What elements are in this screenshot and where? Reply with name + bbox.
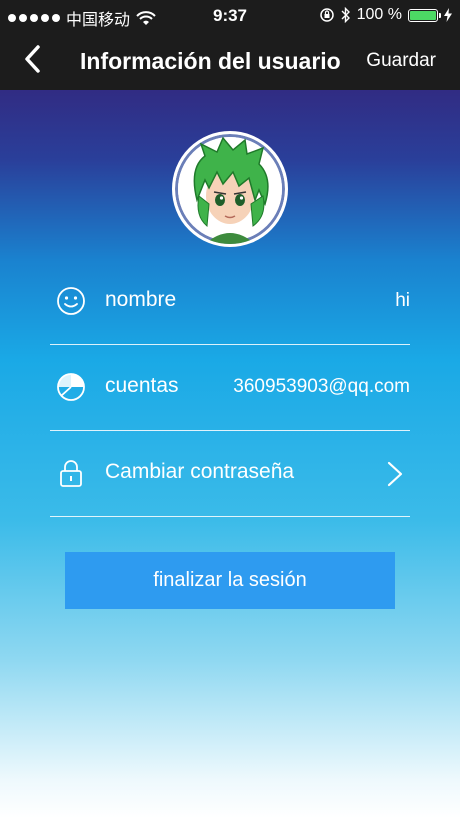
pie-chart-icon: [57, 373, 85, 401]
rotation-lock-icon: [319, 8, 334, 22]
battery-icon: [408, 8, 441, 22]
status-bar: 中国移动 9:37 100 %: [0, 0, 460, 32]
chevron-right-icon: [387, 461, 403, 487]
account-label: cuentas: [105, 374, 179, 397]
charging-icon: [444, 8, 452, 22]
smiley-icon: [57, 287, 85, 315]
logout-button[interactable]: finalizar la sesión: [65, 552, 395, 609]
avatar[interactable]: [172, 131, 288, 247]
nav-bar: Información del usuario Guardar: [0, 32, 460, 90]
lock-icon: [60, 460, 82, 487]
page-title: Información del usuario: [80, 48, 341, 74]
status-right: 100 %: [319, 6, 452, 24]
name-value: hi: [395, 290, 410, 311]
name-label: nombre: [105, 288, 177, 311]
change-password-label: Cambiar contraseña: [105, 460, 295, 483]
back-button[interactable]: [22, 44, 62, 78]
account-row: cuentas 360953903@qq.com: [50, 344, 410, 431]
name-row[interactable]: nombre hi: [50, 258, 410, 345]
battery-percent: 100 %: [356, 6, 402, 23]
bluetooth-icon: [341, 7, 350, 23]
chevron-left-icon: [25, 45, 40, 73]
save-button[interactable]: Guardar: [366, 50, 436, 72]
avatar-image: [178, 136, 282, 244]
account-value: 360953903@qq.com: [233, 376, 410, 397]
change-password-row[interactable]: Cambiar contraseña: [50, 430, 410, 517]
